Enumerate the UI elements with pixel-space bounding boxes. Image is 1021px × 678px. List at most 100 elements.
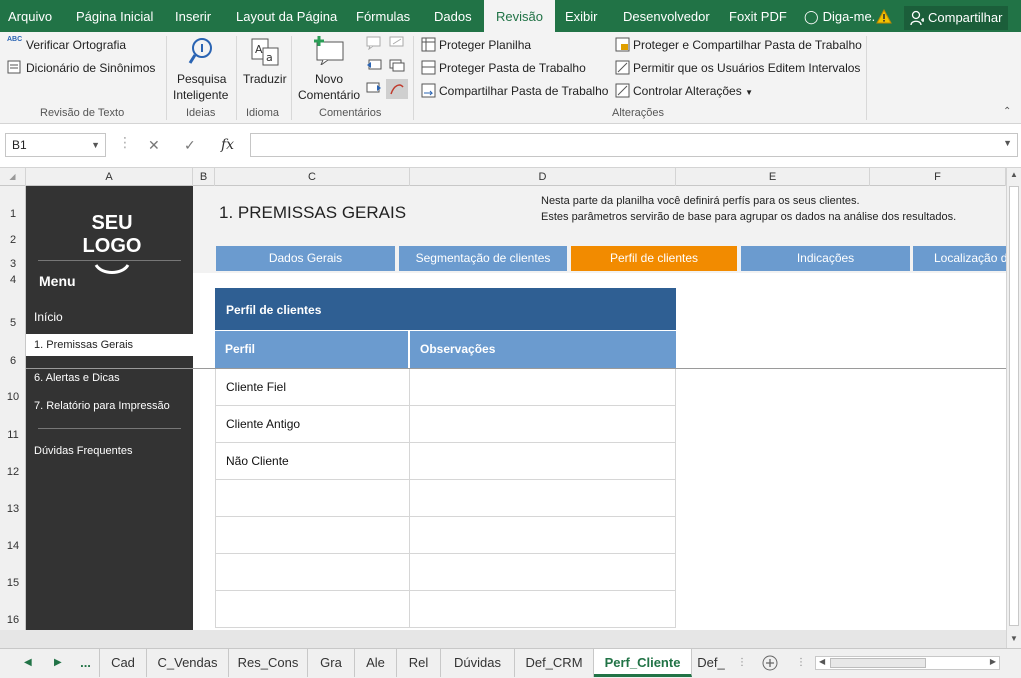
table-cell-observacoes[interactable] (410, 480, 676, 517)
table-cell-observacoes[interactable] (410, 591, 676, 628)
enter-icon[interactable]: ✓ (184, 137, 196, 154)
table-cell-perfil[interactable] (215, 517, 410, 554)
scrollbar-thumb[interactable] (1009, 186, 1019, 626)
table-cell-observacoes[interactable] (410, 369, 676, 406)
spelling-button[interactable]: Verificar Ortografia (26, 37, 126, 53)
table-cell-perfil[interactable]: Cliente Antigo (215, 406, 410, 443)
table-cell-observacoes[interactable] (410, 443, 676, 480)
next-comment-icon[interactable] (366, 82, 382, 96)
insert-function-icon[interactable]: fx (221, 137, 234, 153)
worksheet[interactable]: SEU LOGO Menu Início 1. Premissas Gerais… (26, 186, 1006, 630)
protect-share-button[interactable]: Proteger e Compartilhar Pasta de Trabalh… (633, 37, 862, 53)
sheet-tab[interactable]: Def_ (692, 649, 730, 677)
table-cell-perfil[interactable] (215, 480, 410, 517)
chevron-down-icon[interactable]: ▼ (91, 134, 100, 156)
tab-arquivo[interactable]: Arquivo (8, 0, 52, 32)
add-sheet-icon[interactable] (762, 655, 778, 671)
scroll-down-icon[interactable]: ▼ (1010, 634, 1018, 643)
scrollbar-thumb[interactable] (830, 658, 926, 668)
select-all-corner[interactable]: ◢ (0, 168, 26, 186)
sheet-tab-active[interactable]: Perf_Cliente (594, 649, 692, 677)
menu-item-alertas-dicas[interactable]: 6. Alertas e Dicas (34, 372, 120, 384)
sheet-tab[interactable]: Rel (397, 649, 441, 677)
smart-lookup-button-l2[interactable]: Inteligente (173, 87, 228, 103)
row-header[interactable]: 4 (0, 274, 26, 286)
previous-comment-icon[interactable] (366, 59, 382, 73)
column-header-b[interactable]: B (193, 168, 215, 186)
table-cell-observacoes[interactable] (410, 517, 676, 554)
column-header-c[interactable]: C (215, 168, 410, 186)
share-button[interactable]: Compartilhar (904, 6, 1008, 30)
chevron-down-icon[interactable]: ▼ (1003, 138, 1012, 148)
sheet-tab[interactable]: Cad (100, 649, 147, 677)
column-header-f[interactable]: F (870, 168, 1006, 186)
sheet-tab[interactable]: Ale (355, 649, 397, 677)
collapse-ribbon-icon[interactable]: ⌃ (1003, 106, 1011, 117)
row-header[interactable]: 10 (0, 391, 26, 403)
sheet-tab[interactable]: Dúvidas (441, 649, 515, 677)
menu-item-relatorio-impressao[interactable]: 7. Relatório para Impressão (34, 400, 170, 412)
formula-input[interactable]: ▼ (250, 133, 1018, 157)
menu-item-inicio[interactable]: Início (34, 310, 63, 324)
next-sheet-icon[interactable]: ▶ (54, 649, 62, 677)
warning-icon[interactable] (876, 9, 892, 24)
protect-workbook-button[interactable]: Proteger Pasta de Trabalho (439, 60, 586, 76)
scroll-right-icon[interactable]: ▶ (990, 657, 996, 666)
nav-tab-dados-gerais[interactable]: Dados Gerais (216, 246, 395, 271)
table-cell-perfil[interactable]: Não Cliente (215, 443, 410, 480)
row-header[interactable]: 15 (0, 577, 26, 589)
name-box[interactable]: B1 ▼ (5, 133, 106, 157)
row-header[interactable]: 16 (0, 614, 26, 626)
row-header[interactable]: 2 (0, 234, 26, 246)
table-cell-perfil[interactable] (215, 554, 410, 591)
tab-revisao[interactable]: Revisão (484, 0, 555, 32)
row-header[interactable]: 6 (0, 355, 26, 367)
horizontal-scrollbar[interactable]: ◀ ▶ (815, 656, 1000, 670)
new-comment-button-l1[interactable]: Novo (315, 71, 343, 87)
nav-tab-indicacoes[interactable]: Indicações (741, 246, 910, 271)
smart-lookup-button-l1[interactable]: Pesquisa (177, 71, 226, 87)
table-cell-observacoes[interactable] (410, 554, 676, 591)
table-cell-perfil[interactable]: Cliente Fiel (215, 369, 410, 406)
edit-comment-icon[interactable] (389, 36, 405, 50)
tab-layout[interactable]: Layout da Página (236, 0, 337, 32)
table-cell-perfil[interactable] (215, 591, 410, 628)
scroll-left-icon[interactable]: ◀ (819, 657, 825, 666)
column-header-e[interactable]: E (676, 168, 870, 186)
sheet-tab-more[interactable]: ... (72, 649, 100, 677)
column-header-d[interactable]: D (410, 168, 676, 186)
show-ink-icon[interactable] (386, 79, 408, 99)
tab-dados[interactable]: Dados (434, 0, 472, 32)
column-header-a[interactable]: A (26, 168, 193, 186)
cancel-icon[interactable]: ✕ (148, 137, 160, 154)
menu-item-premissas-gerais[interactable]: 1. Premissas Gerais (34, 339, 133, 351)
allow-edit-ranges-button[interactable]: Permitir que os Usuários Editem Interval… (633, 60, 860, 76)
nav-tab-segmentacao[interactable]: Segmentação de clientes (399, 246, 567, 271)
protect-sheet-button[interactable]: Proteger Planilha (439, 37, 531, 53)
row-header[interactable]: 11 (0, 429, 26, 441)
sheet-tab[interactable]: Res_Cons (229, 649, 308, 677)
tab-desenvolvedor[interactable]: Desenvolvedor (623, 0, 710, 32)
nav-tab-perfil-clientes[interactable]: Perfil de clientes (571, 246, 737, 271)
row-header[interactable]: 13 (0, 503, 26, 515)
tell-me-search[interactable]: ◯ Diga-me. (804, 0, 875, 32)
row-header[interactable]: 3 (0, 258, 26, 270)
row-header[interactable]: 5 (0, 317, 26, 329)
vertical-scrollbar[interactable]: ▲ ▼ (1006, 168, 1021, 648)
nav-tab-localizacao[interactable]: Localização d (913, 246, 1006, 271)
table-cell-observacoes[interactable] (410, 406, 676, 443)
show-all-comments-icon[interactable] (389, 59, 405, 73)
tab-exibir[interactable]: Exibir (565, 0, 598, 32)
scroll-up-icon[interactable]: ▲ (1010, 170, 1018, 179)
share-workbook-button[interactable]: Compartilhar Pasta de Trabalho (439, 83, 608, 99)
track-changes-button[interactable]: Controlar Alterações ▼ (633, 83, 753, 101)
sheet-tab[interactable]: C_Vendas (147, 649, 229, 677)
new-comment-button-l2[interactable]: Comentário (298, 87, 360, 103)
thesaurus-button[interactable]: Dicionário de Sinônimos (26, 60, 155, 76)
menu-item-duvidas-frequentes[interactable]: Dúvidas Frequentes (34, 445, 132, 457)
row-header[interactable]: 12 (0, 466, 26, 478)
tab-inserir[interactable]: Inserir (175, 0, 211, 32)
tab-formulas[interactable]: Fórmulas (356, 0, 410, 32)
tab-foxit-pdf[interactable]: Foxit PDF (729, 0, 787, 32)
sheet-tab[interactable]: Def_CRM (515, 649, 594, 677)
